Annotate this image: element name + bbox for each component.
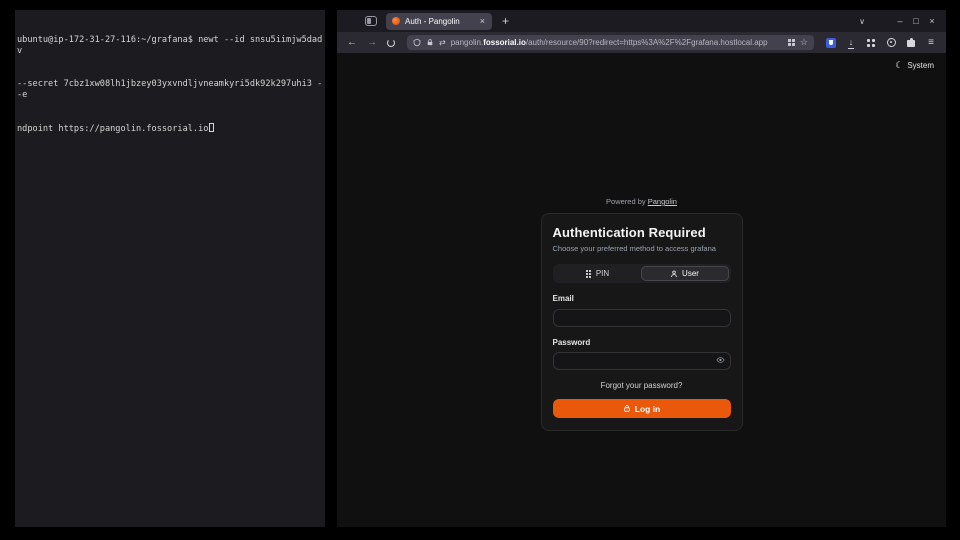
url-text: pangolin.fossorial.io/auth/resource/90?r… <box>451 38 783 47</box>
url-host-prefix: pangolin. <box>451 38 483 47</box>
firefox-view-icon[interactable] <box>365 16 377 26</box>
extension-circle-icon[interactable] <box>884 36 898 50</box>
pangolin-link[interactable]: Pangolin <box>648 197 677 206</box>
window-minimize-button[interactable]: – <box>892 16 908 26</box>
forgot-password-link[interactable]: Forgot your password? <box>553 381 731 390</box>
extension-grid-icon[interactable] <box>864 36 878 50</box>
password-field-wrap <box>553 351 731 371</box>
powered-by-text: Powered by <box>606 197 646 206</box>
user-icon <box>670 270 678 278</box>
lock-icon <box>426 38 434 47</box>
email-field-wrap <box>553 307 731 327</box>
pangolin-favicon-icon <box>392 17 400 25</box>
tab-user[interactable]: User <box>641 266 729 281</box>
terminal-line-text: ndpoint https://pangolin.fossorial.io <box>17 124 208 134</box>
email-label: Email <box>553 294 731 303</box>
app-menu-icon[interactable]: ≡ <box>924 36 938 50</box>
tab-pin[interactable]: PIN <box>555 266 641 281</box>
card-subtitle: Choose your preferred method to access g… <box>553 244 731 253</box>
tab-pin-label: PIN <box>596 269 609 278</box>
moon-icon: ☾ <box>895 60 903 71</box>
tab-user-label: User <box>682 269 699 278</box>
method-tabs: PIN User <box>553 264 731 283</box>
auth-column: Powered by Pangolin Authentication Requi… <box>541 197 743 431</box>
tab-auth-pangolin[interactable]: Auth - Pangolin × <box>386 13 492 30</box>
window-maximize-button[interactable]: □ <box>908 16 924 26</box>
tab-close-icon[interactable]: × <box>479 17 486 26</box>
url-bar[interactable]: ⇄ pangolin.fossorial.io/auth/resource/90… <box>407 35 814 50</box>
show-password-eye-icon[interactable] <box>716 356 725 364</box>
password-field[interactable] <box>553 352 731 370</box>
browser-window: Auth - Pangolin × + ∨ – □ × ← → ⇄ pangol… <box>337 10 946 527</box>
email-field[interactable] <box>553 309 731 327</box>
url-path: /auth/resource/90?redirect=https%3A%2F%2… <box>526 38 768 47</box>
terminal-line: ubuntu@ip-172-31-27-116:~/grafana$ newt … <box>17 35 323 57</box>
reload-icon[interactable] <box>387 39 395 47</box>
login-button[interactable]: Log in <box>553 399 731 418</box>
tab-title: Auth - Pangolin <box>405 17 474 26</box>
terminal-output: ubuntu@ip-172-31-27-116:~/grafana$ newt … <box>17 13 323 157</box>
url-host: fossorial.io <box>483 38 526 47</box>
new-tab-button[interactable]: + <box>502 15 509 27</box>
list-all-tabs-icon[interactable]: ∨ <box>854 17 870 26</box>
terminal-line: ndpoint https://pangolin.fossorial.io <box>17 123 323 135</box>
container-swap-icon[interactable]: ⇄ <box>439 39 446 47</box>
shield-icon <box>413 38 421 47</box>
keypad-icon <box>586 270 592 278</box>
extensions-puzzle-icon[interactable] <box>904 36 918 50</box>
terminal-cursor <box>209 123 214 132</box>
forward-button[interactable]: → <box>365 38 379 48</box>
bookmark-star-icon[interactable]: ☆ <box>800 38 808 47</box>
theme-toggle-label: System <box>907 61 934 70</box>
tab-strip: Auth - Pangolin × + ∨ – □ × <box>337 10 946 32</box>
auth-card: Authentication Required Choose your pref… <box>541 213 743 431</box>
theme-toggle[interactable]: ☾ System <box>895 60 934 71</box>
downloads-icon[interactable]: ↓ <box>844 36 858 50</box>
card-title: Authentication Required <box>553 225 731 240</box>
page-content: ☾ System Powered by Pangolin Authenticat… <box>337 53 946 527</box>
back-button[interactable]: ← <box>345 38 359 48</box>
page-actions-grid-icon[interactable] <box>788 39 795 46</box>
extension-blue-shield-icon[interactable] <box>824 36 838 50</box>
login-lock-icon <box>623 404 631 413</box>
window-close-button[interactable]: × <box>924 16 940 26</box>
terminal-line: --secret 7cbz1xw08lh1jbzey03yxvndljvneam… <box>17 79 323 101</box>
powered-by: Powered by Pangolin <box>541 197 743 206</box>
browser-toolbar: ← → ⇄ pangolin.fossorial.io/auth/resourc… <box>337 32 946 53</box>
terminal-window[interactable]: ubuntu@ip-172-31-27-116:~/grafana$ newt … <box>15 10 325 527</box>
login-button-label: Log in <box>635 404 661 414</box>
password-label: Password <box>553 338 731 347</box>
